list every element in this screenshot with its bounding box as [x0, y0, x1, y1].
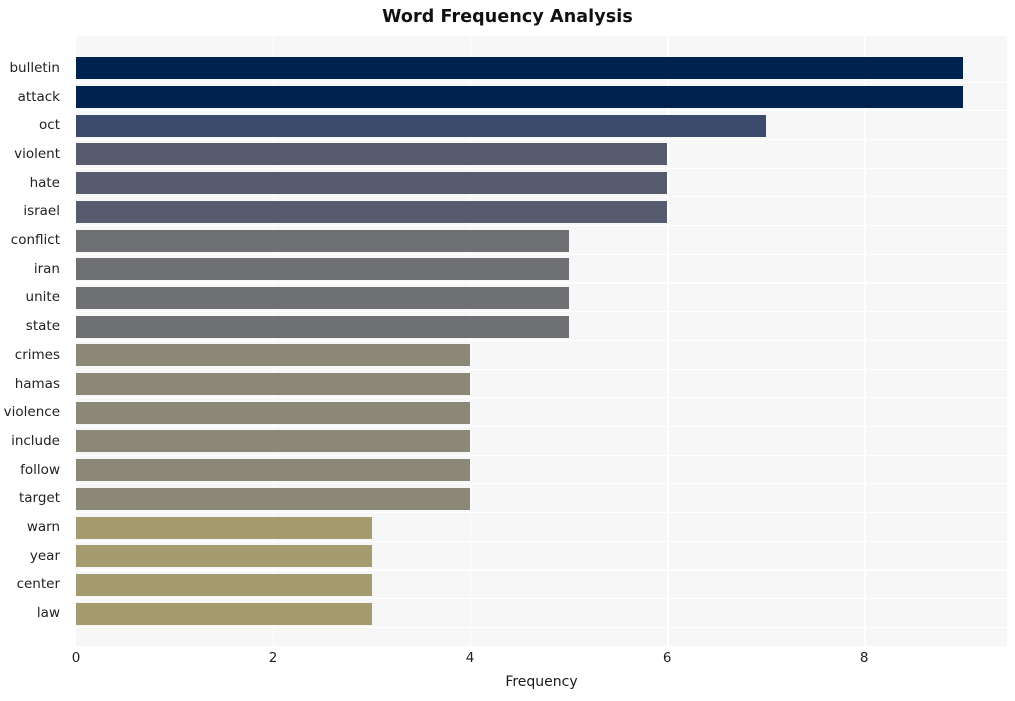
bar-bulletin: [76, 57, 963, 80]
bar-row: [76, 111, 1007, 141]
y-tick-label-hamas: hamas: [14, 375, 60, 392]
y-tick-label-bulletin: bulletin: [9, 59, 60, 76]
y-tick-label-center: center: [16, 576, 60, 593]
bar-row: [76, 571, 1007, 600]
bar-warn: [76, 516, 372, 539]
y-tick-label-crimes: crimes: [14, 346, 60, 363]
y-tick-label-iran: iran: [33, 260, 60, 277]
y-tick-label-follow: follow: [20, 461, 60, 478]
bar-crimes: [76, 344, 471, 367]
bar-row: [76, 83, 1007, 112]
y-tick-label-violent: violent: [14, 145, 60, 162]
y-tick-label-warn: warn: [26, 519, 60, 536]
x-axis-tick-labels: 0 2 4 6 8: [0, 650, 1015, 674]
bar-row: [76, 456, 1007, 485]
y-tick-label-include: include: [11, 432, 60, 449]
bar-oct: [76, 114, 766, 137]
bar-row: [76, 226, 1007, 255]
y-tick-label-conflict: conflict: [10, 232, 60, 249]
bar-row: [76, 542, 1007, 571]
bar-israel: [76, 200, 668, 223]
x-tick-label-2: 2: [268, 650, 278, 666]
bar-center: [76, 573, 372, 596]
y-tick-label-year: year: [29, 547, 60, 564]
x-tick-label-0: 0: [71, 650, 81, 666]
bar-row: [76, 427, 1007, 456]
bar-follow: [76, 459, 471, 482]
y-tick-label-state: state: [25, 318, 60, 335]
chart-figure: Word Frequency Analysis bulletin attack oc…: [0, 0, 1015, 701]
y-tick-label-hate: hate: [29, 174, 60, 191]
y-tick-label-target: target: [18, 490, 60, 507]
bar-row: [76, 198, 1007, 227]
bar-row: [76, 284, 1007, 313]
bar-row: [76, 513, 1007, 542]
x-tick-label-8: 8: [859, 650, 869, 666]
bar-row: [76, 485, 1007, 514]
bar-law: [76, 602, 372, 625]
bar-row: [76, 370, 1007, 399]
bar-unite: [76, 286, 569, 309]
plot-area: [76, 36, 1007, 646]
y-tick-label-unite: unite: [25, 289, 60, 306]
bar-target: [76, 487, 471, 510]
bar-row: [76, 312, 1007, 341]
x-tick-label-4: 4: [465, 650, 475, 666]
bar-iran: [76, 258, 569, 281]
y-tick-label-law: law: [36, 605, 60, 622]
bar-state: [76, 315, 569, 338]
bar-row: [76, 398, 1007, 428]
chart-title: Word Frequency Analysis: [382, 7, 633, 27]
bar-row: [76, 140, 1007, 169]
bar-hamas: [76, 373, 471, 396]
bar-violence: [76, 401, 471, 424]
bar-violent: [76, 143, 668, 166]
bar-hate: [76, 172, 668, 195]
bar-attack: [76, 86, 963, 109]
y-tick-label-violence: violence: [3, 404, 60, 421]
bar-row: [76, 169, 1007, 198]
bar-conflict: [76, 229, 569, 252]
y-tick-label-israel: israel: [23, 203, 60, 220]
bar-year: [76, 545, 372, 568]
y-axis-tick-labels: bulletin attack oct violent hate israel confli…: [0, 36, 68, 646]
bar-row: [76, 255, 1007, 284]
row-separator: [76, 626, 1007, 628]
bar-include: [76, 430, 471, 453]
y-tick-label-oct: oct: [39, 117, 60, 134]
x-tick-label-6: 6: [662, 650, 672, 666]
bar-row: [76, 341, 1007, 370]
y-tick-label-attack: attack: [17, 88, 60, 105]
bar-row: [76, 54, 1007, 83]
bar-row: [76, 599, 1007, 628]
x-axis-label: Frequency: [505, 674, 578, 690]
